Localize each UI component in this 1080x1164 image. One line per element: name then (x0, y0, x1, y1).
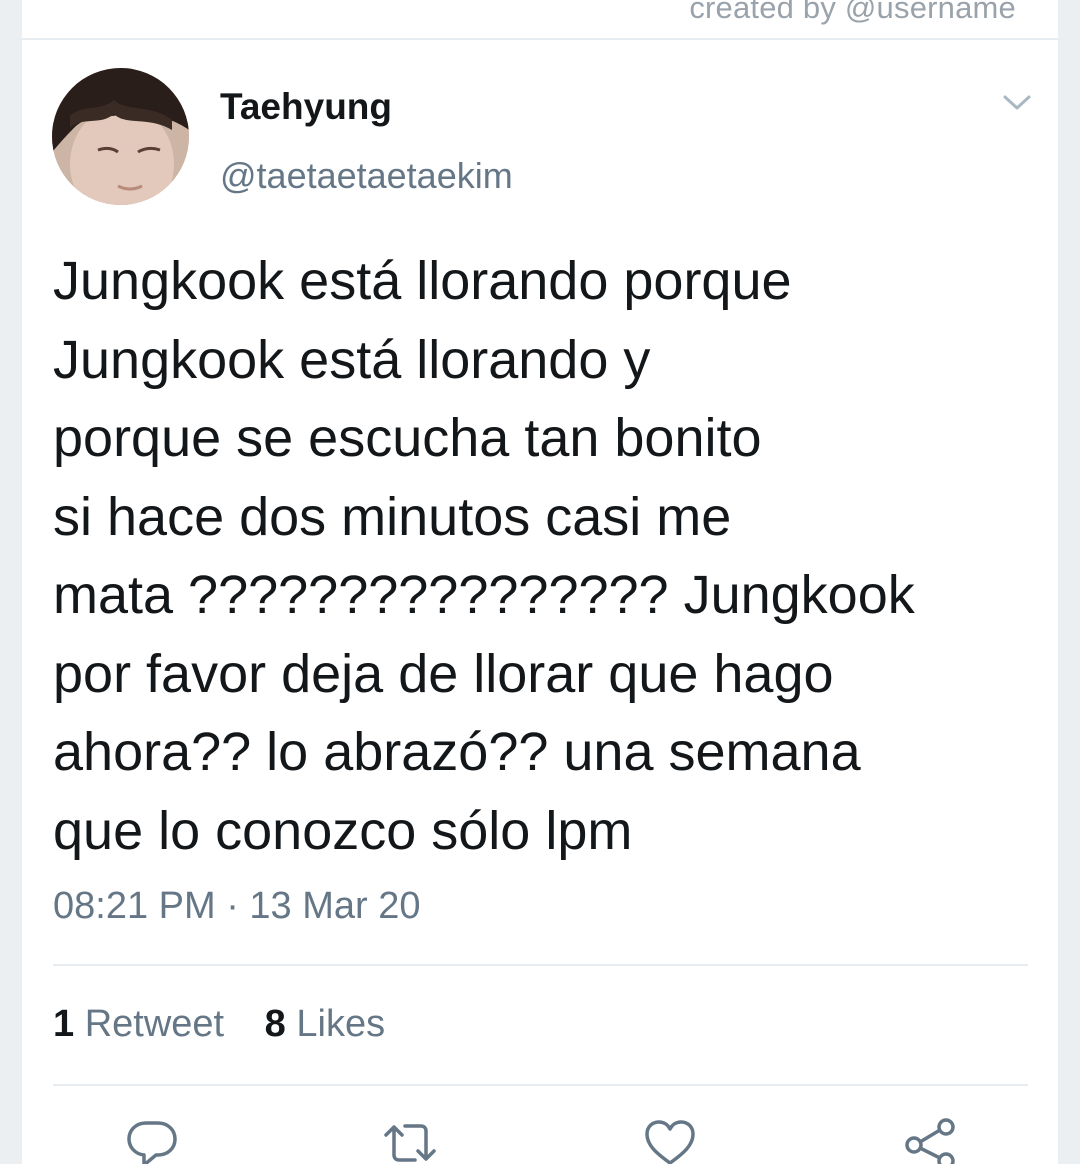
like-button[interactable] (642, 1115, 698, 1164)
reply-button[interactable] (124, 1115, 180, 1164)
tweet-text: Jungkook está llorando porque Jungkook e… (53, 251, 915, 861)
avatar[interactable] (52, 68, 189, 205)
chevron-down-icon[interactable] (1002, 92, 1032, 114)
retweets-stat[interactable]: 1 Retweet (53, 1003, 224, 1046)
reply-icon (127, 1121, 177, 1164)
avatar-image (52, 68, 189, 205)
likes-label: Likes (296, 1003, 386, 1045)
divider (53, 1084, 1028, 1086)
likes-count: 8 (264, 1003, 286, 1045)
like-icon (645, 1120, 695, 1164)
share-icon (905, 1118, 955, 1164)
share-button[interactable] (902, 1115, 958, 1164)
retweet-icon (384, 1124, 436, 1162)
retweet-button[interactable] (382, 1115, 438, 1164)
page: created by @username Taehyung @taetaetae… (0, 0, 1080, 1164)
retweets-label: Retweet (84, 1003, 225, 1045)
user-handle[interactable]: @taetaetaetaekim (220, 155, 513, 197)
top-divider (22, 38, 1058, 40)
display-name[interactable]: Taehyung (220, 86, 392, 128)
divider (53, 964, 1028, 966)
likes-stat[interactable]: 8 Likes (265, 1003, 385, 1046)
retweets-count: 1 (53, 1003, 75, 1045)
watermark-text: created by @username (689, 0, 1016, 25)
tweet-stats: 1 Retweet 8 Likes (53, 1003, 415, 1046)
tweet-timestamp[interactable]: 08:21 PM · 13 Mar 20 (53, 885, 421, 928)
tweet-card: created by @username Taehyung @taetaetae… (22, 0, 1058, 1164)
